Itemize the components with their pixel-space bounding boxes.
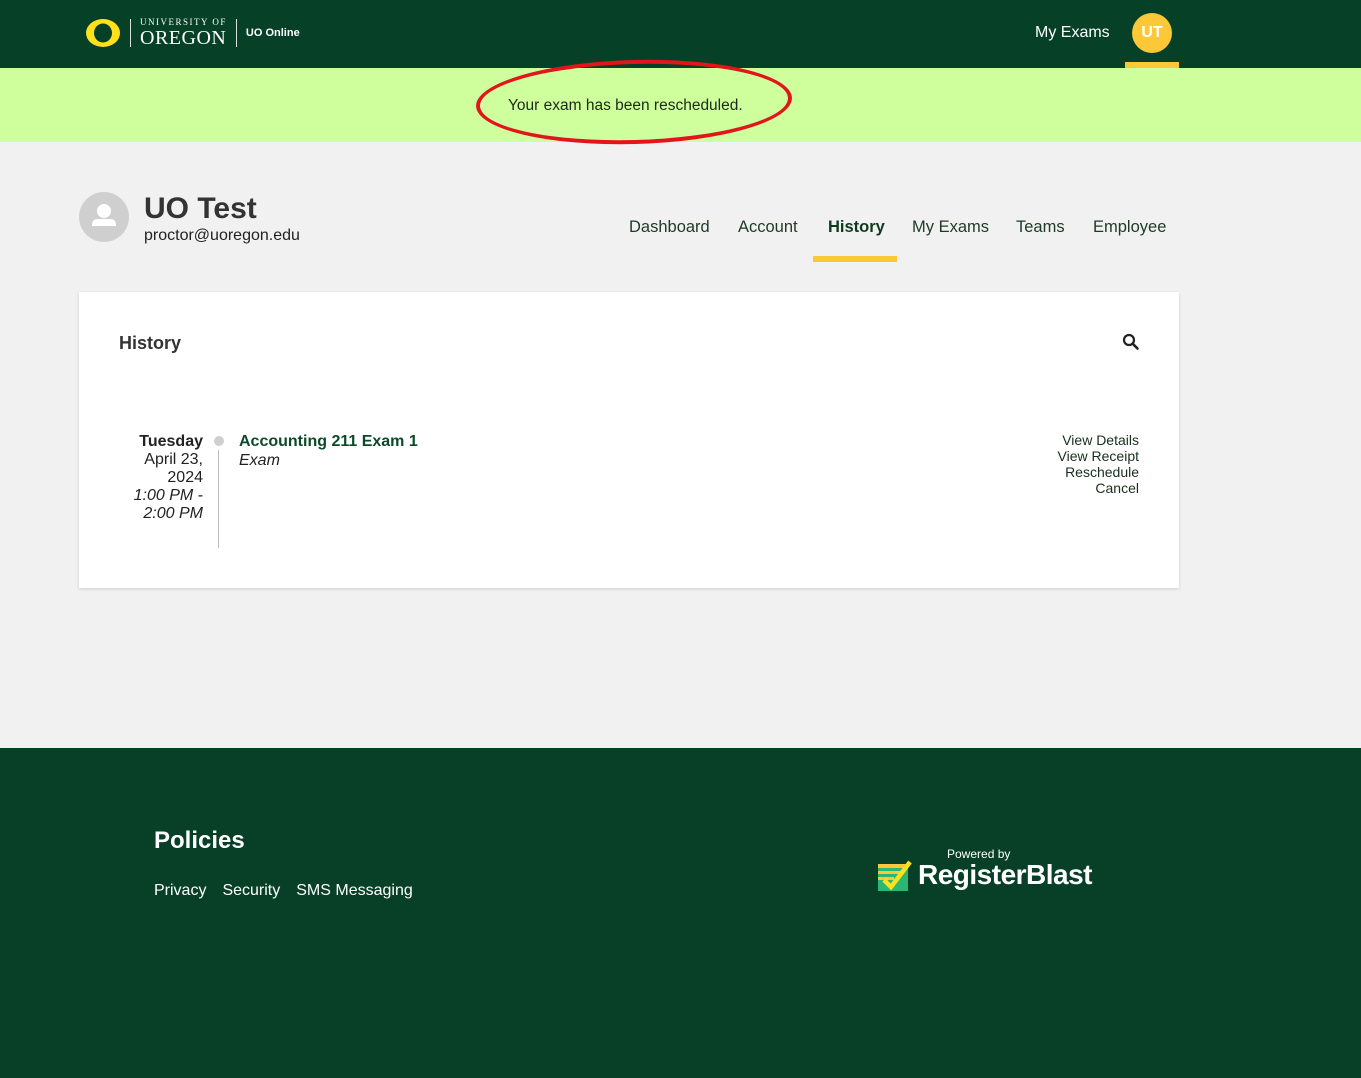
reschedule-link[interactable]: Reschedule [1058,464,1139,480]
entry-day: Tuesday [139,433,203,450]
history-title: History [119,333,182,353]
tab-dashboard[interactable]: Dashboard [629,218,710,237]
tab-account[interactable]: Account [738,218,798,237]
registerblast-check-icon [878,860,912,891]
logo-divider [130,19,131,47]
search-icon[interactable] [1122,333,1140,351]
entry-date-line1: April 23, [144,451,203,468]
entry-time-line1: 1:00 PM - [133,487,203,504]
tab-my-exams[interactable]: My Exams [912,218,989,237]
history-card: History Tuesday April 23, 2024 1:00 PM -… [79,292,1179,588]
history-entry-date: Tuesday April 23, 2024 1:00 PM - 2:00 PM [119,433,203,523]
security-link[interactable]: Security [222,882,280,900]
user-silhouette-icon [92,204,116,226]
exam-title-link[interactable]: Accounting 211 Exam 1 [239,433,418,451]
view-receipt-link[interactable]: View Receipt [1058,448,1139,464]
tab-teams[interactable]: Teams [1016,218,1065,237]
registerblast-logo[interactable]: RegisterBlast [878,858,1093,892]
active-tab-indicator [813,256,897,262]
banner-message: Your exam has been rescheduled. [508,97,743,114]
header-my-exams-link[interactable]: My Exams [1035,24,1110,42]
policy-links: Privacy Security SMS Messaging [154,882,413,900]
registerblast-wordmark: RegisterBlast [918,859,1093,890]
logo-divider-2 [235,19,237,47]
policies-title: Policies [154,827,245,854]
cancel-link[interactable]: Cancel [1058,480,1139,496]
sms-messaging-link[interactable]: SMS Messaging [296,882,413,900]
timeline-dot [214,436,224,446]
logo-university-of: UNIVERSITY OF [140,17,227,27]
university-logo[interactable]: UNIVERSITY OF OREGON UO Online [85,17,300,49]
logo-uo-online: UO Online [245,27,300,39]
footer: Policies Privacy Security SMS Messaging … [0,748,1361,1078]
logo-oregon: OREGON [140,27,227,49]
profile-avatar [79,192,129,242]
exam-type: Exam [239,452,280,469]
user-avatar-button[interactable]: UT [1132,13,1172,53]
profile-name: UO Test [144,192,257,225]
top-bar: UNIVERSITY OF OREGON UO Online My Exams … [0,0,1361,68]
oregon-o-icon [86,19,120,47]
success-banner: Your exam has been rescheduled. [0,68,1361,142]
profile-email: proctor@uoregon.edu [144,227,300,244]
entry-date-line2: 2024 [167,469,203,486]
entry-time-line2: 2:00 PM [143,505,203,522]
timeline-line [218,450,219,548]
privacy-link[interactable]: Privacy [154,882,206,900]
logo-wordmark: UNIVERSITY OF OREGON [140,17,227,49]
view-details-link[interactable]: View Details [1058,432,1139,448]
entry-actions: View Details View Receipt Reschedule Can… [1058,432,1139,496]
tab-history[interactable]: History [828,218,885,237]
tab-employee[interactable]: Employee [1093,218,1166,237]
